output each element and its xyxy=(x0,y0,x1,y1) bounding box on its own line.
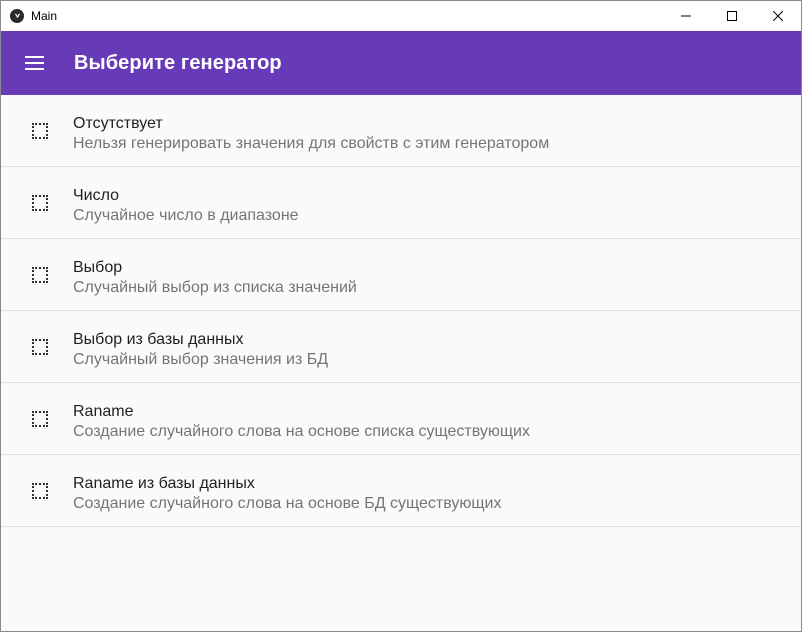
close-icon xyxy=(773,11,783,21)
hamburger-menu-icon[interactable] xyxy=(25,51,49,75)
page-title: Выберите генератор xyxy=(74,51,282,74)
list-item-raname-db[interactable]: Raname из базы данных Создание случайног… xyxy=(1,455,801,527)
item-description: Случайное число в диапазоне xyxy=(73,207,299,224)
list-item-choice-db[interactable]: Выбор из базы данных Случайный выбор зна… xyxy=(1,311,801,383)
list-item-number[interactable]: Число Случайное число в диапазоне xyxy=(1,167,801,239)
checkbox-blank-icon xyxy=(32,123,48,139)
item-description: Нельзя генерировать значения для свойств… xyxy=(73,135,550,152)
app-logo-icon xyxy=(10,9,24,23)
item-title: Выбор xyxy=(73,259,123,276)
item-description: Создание случайного слова на основе спис… xyxy=(73,423,530,440)
item-title: Raname из базы данных xyxy=(73,475,255,492)
close-button[interactable] xyxy=(755,1,801,31)
checkbox-blank-icon xyxy=(32,411,48,427)
minimize-icon xyxy=(681,15,691,17)
checkbox-blank-icon xyxy=(32,483,48,499)
checkbox-blank-icon xyxy=(32,195,48,211)
maximize-button[interactable] xyxy=(709,1,755,31)
checkbox-blank-icon xyxy=(32,339,48,355)
window-controls xyxy=(663,1,801,31)
app-window: Main Выберите генератор Отсутствует Нель… xyxy=(0,0,802,632)
list-item-none[interactable]: Отсутствует Нельзя генерировать значения… xyxy=(1,95,801,167)
item-description: Случайный выбор из списка значений xyxy=(73,279,357,296)
item-title: Отсутствует xyxy=(73,115,163,132)
list-item-raname[interactable]: Raname Создание случайного слова на осно… xyxy=(1,383,801,455)
item-description: Случайный выбор значения из БД xyxy=(73,351,329,368)
item-title: Число xyxy=(73,187,120,204)
minimize-button[interactable] xyxy=(663,1,709,31)
checkbox-blank-icon xyxy=(32,267,48,283)
list-item-choice[interactable]: Выбор Случайный выбор из списка значений xyxy=(1,239,801,311)
title-bar[interactable]: Main xyxy=(1,1,801,31)
maximize-icon xyxy=(727,11,737,21)
generator-list: Отсутствует Нельзя генерировать значения… xyxy=(1,95,801,527)
app-bar: Выберите генератор xyxy=(1,31,801,95)
item-title: Raname xyxy=(73,403,134,420)
window-title: Main xyxy=(31,9,58,23)
item-description: Создание случайного слова на основе БД с… xyxy=(73,495,502,512)
item-title: Выбор из базы данных xyxy=(73,331,244,348)
